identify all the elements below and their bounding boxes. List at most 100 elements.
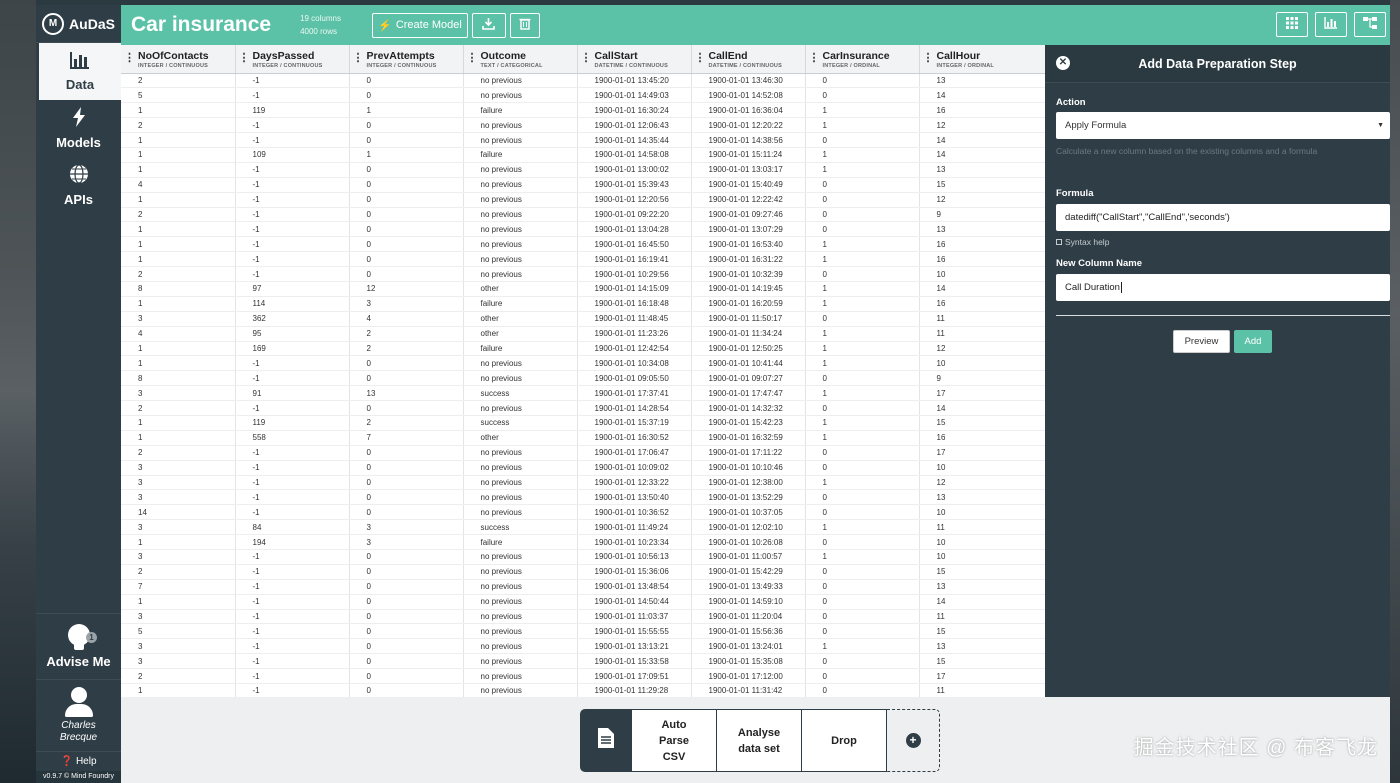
pipeline-view-button[interactable]	[1354, 12, 1386, 37]
table-row[interactable]: 1 -1 0 no previous 1900-01-01 14:50:44 1900-0…	[121, 594, 1045, 610]
table-row[interactable]: 1 114 3 failure 1900-01-01 16:18:48 1900-01-0…	[121, 296, 1045, 312]
table-row[interactable]: 3 -1 0 no previous 1900-01-01 13:13:21 1900-0…	[121, 638, 1045, 655]
table-row[interactable]: 14 -1 0 no previous 1900-01-01 10:36:52 1900-…	[121, 504, 1045, 521]
nav-item-data[interactable]: Data	[36, 43, 121, 100]
help-link[interactable]: ❓ Help	[36, 751, 121, 771]
table-row[interactable]: 3 -1 0 no previous 1900-01-01 10:09:02 1900-0…	[121, 460, 1045, 476]
column-header[interactable]: ⋮ Outcome TEXT / CATEGORICAL	[463, 45, 578, 74]
pipeline-step-drop[interactable]: Drop	[802, 709, 887, 772]
pipeline-step-auto-parse[interactable]: Auto Parse CSV	[632, 709, 717, 772]
table-row[interactable]: 2 -1 0 no previous 1900-01-01 17:06:47 1900-0…	[121, 445, 1045, 461]
table-cell: success	[463, 519, 578, 536]
table-cell: 0	[349, 370, 464, 387]
advise-me-button[interactable]: 1 Advise Me	[36, 613, 121, 679]
column-header[interactable]: ⋮ CallHour INTEGER / ORDINAL	[919, 45, 1045, 74]
table-cell: 1900-01-01 15:11:24	[691, 147, 806, 163]
column-header[interactable]: ⋮ CarInsurance INTEGER / ORDINAL	[805, 45, 920, 74]
table-row[interactable]: 3 -1 0 no previous 1900-01-01 15:33:58 1900-0…	[121, 653, 1045, 670]
table-row[interactable]: 1 -1 0 no previous 1900-01-01 13:04:28 1900-0…	[121, 221, 1045, 238]
delete-button[interactable]	[509, 12, 540, 38]
preview-button[interactable]: Preview	[1173, 330, 1230, 353]
pipeline-source[interactable]	[580, 709, 632, 772]
new-column-input[interactable]: Call Duration	[1056, 274, 1390, 301]
action-select[interactable]: Apply Formula ▼	[1056, 112, 1390, 139]
table-row[interactable]: 1 -1 0 no previous 1900-01-01 16:19:41 1900-0…	[121, 251, 1045, 268]
data-table[interactable]: ⋮ NoOfContacts INTEGER / CONTINUOUS ⋮ DaysPa…	[121, 45, 1045, 697]
user-name: Charles Brecque	[60, 720, 97, 744]
table-row[interactable]: 3 362 4 other 1900-01-01 11:48:45 1900-01-01 …	[121, 311, 1045, 327]
table-row[interactable]: 1 169 2 failure 1900-01-01 12:42:54 1900-01-0…	[121, 341, 1045, 357]
column-menu-icon[interactable]: ⋮	[809, 51, 820, 64]
table-row[interactable]: 1 -1 0 no previous 1900-01-01 12:20:56 1900-0…	[121, 192, 1045, 208]
table-cell: 1	[805, 117, 920, 134]
table-row[interactable]: 3 -1 0 no previous 1900-01-01 13:50:40 1900-0…	[121, 489, 1045, 506]
table-row[interactable]: 3 84 3 success 1900-01-01 11:49:24 1900-01-01…	[121, 519, 1045, 536]
syntax-help-link[interactable]: Syntax help	[1056, 237, 1109, 247]
table-cell: -1	[235, 117, 350, 134]
column-menu-icon[interactable]: ⋮	[467, 51, 478, 64]
formula-input[interactable]: datediff("CallStart","CallEnd",'seconds'…	[1056, 204, 1390, 231]
table-row[interactable]: 1 119 1 failure 1900-01-01 16:30:24 1900-01-0…	[121, 102, 1045, 119]
column-header[interactable]: ⋮ DaysPassed INTEGER / CONTINUOUS	[235, 45, 350, 74]
table-row[interactable]: 2 -1 0 no previous 1900-01-01 10:29:56 1900-0…	[121, 266, 1045, 282]
table-row[interactable]: 2 -1 0 no previous 1900-01-01 09:22:20 1900-0…	[121, 207, 1045, 223]
table-row[interactable]: 7 -1 0 no previous 1900-01-01 13:48:54 1900-0…	[121, 579, 1045, 595]
add-button[interactable]: Add	[1234, 330, 1272, 353]
table-row[interactable]: 4 -1 0 no previous 1900-01-01 15:39:43 1900-0…	[121, 177, 1045, 193]
column-menu-icon[interactable]: ⋮	[581, 51, 592, 64]
column-menu-icon[interactable]: ⋮	[124, 51, 135, 64]
table-row[interactable]: 1 -1 0 no previous 1900-01-01 14:35:44 1900-0…	[121, 132, 1045, 148]
table-cell: 0	[349, 609, 464, 625]
table-row[interactable]: 4 95 2 other 1900-01-01 11:23:26 1900-01-01 1…	[121, 326, 1045, 342]
table-cell: 1900-01-01 15:55:55	[577, 623, 692, 640]
table-cell: -1	[235, 504, 350, 521]
column-header[interactable]: ⋮ PrevAttempts INTEGER / CONTINUOUS	[349, 45, 464, 74]
table-row[interactable]: 1 109 1 failure 1900-01-01 14:58:08 1900-01-0…	[121, 147, 1045, 163]
brand[interactable]: M AuDaS	[36, 5, 121, 43]
pipeline-add-step[interactable]: +	[887, 709, 940, 772]
pipeline-step-analyse[interactable]: Analyse data set	[717, 709, 802, 772]
table-row[interactable]: 3 -1 0 no previous 1900-01-01 11:03:37 1900-0…	[121, 609, 1045, 625]
table-row[interactable]: 2 -1 0 no previous 1900-01-01 15:36:06 1900-0…	[121, 564, 1045, 580]
nav-label-models: Models	[56, 135, 101, 150]
table-row[interactable]: 1 194 3 failure 1900-01-01 10:23:34 1900-01-0…	[121, 534, 1045, 550]
table-cell: 1	[121, 221, 236, 238]
table-row[interactable]: 2 -1 0 no previous 1900-01-01 13:45:20 1900-0…	[121, 73, 1045, 89]
column-header[interactable]: ⋮ NoOfContacts INTEGER / CONTINUOUS	[121, 45, 236, 74]
table-cell: 0	[805, 192, 920, 208]
column-header[interactable]: ⋮ CallStart DATETIME / CONTINUOUS	[577, 45, 692, 74]
table-row[interactable]: 1 -1 0 no previous 1900-01-01 16:45:50 1900-0…	[121, 236, 1045, 253]
table-row[interactable]: 1 119 2 success 1900-01-01 15:37:19 1900-01-0…	[121, 415, 1045, 431]
nav-item-models[interactable]: Models	[36, 100, 121, 157]
table-row[interactable]: 1 -1 0 no previous 1900-01-01 10:34:08 1900-0…	[121, 355, 1045, 372]
chart-view-button[interactable]	[1315, 12, 1347, 37]
table-row[interactable]: 1 -1 0 no previous 1900-01-01 11:29:28 1900-0…	[121, 683, 1045, 697]
table-row[interactable]: 2 -1 0 no previous 1900-01-01 17:09:51 1900-0…	[121, 668, 1045, 685]
column-menu-icon[interactable]: ⋮	[353, 51, 364, 64]
close-icon[interactable]: ✕	[1056, 56, 1070, 70]
table-row[interactable]: 3 91 13 success 1900-01-01 17:37:41 1900-01-0…	[121, 385, 1045, 402]
table-cell: no previous	[463, 162, 578, 178]
nav-item-apis[interactable]: APIs	[36, 157, 121, 214]
table-cell: 1900-01-01 14:49:03	[577, 87, 692, 104]
table-row[interactable]: 8 97 12 other 1900-01-01 14:15:09 1900-01-01 …	[121, 281, 1045, 297]
download-button[interactable]	[471, 12, 506, 38]
table-row[interactable]: 2 -1 0 no previous 1900-01-01 12:06:43 1900-0…	[121, 117, 1045, 134]
create-model-button[interactable]: ⚡ Create Model	[371, 12, 468, 38]
column-menu-icon[interactable]: ⋮	[695, 51, 706, 64]
plus-icon: +	[905, 733, 921, 748]
grid-view-button[interactable]	[1276, 12, 1308, 37]
column-header[interactable]: ⋮ CallEnd DATETIME / CONTINUOUS	[691, 45, 806, 74]
table-row[interactable]: 2 -1 0 no previous 1900-01-01 14:28:54 1900-0…	[121, 400, 1045, 416]
table-row[interactable]: 8 -1 0 no previous 1900-01-01 09:05:50 1900-0…	[121, 370, 1045, 387]
table-row[interactable]: 3 -1 0 no previous 1900-01-01 12:33:22 1900-0…	[121, 475, 1045, 491]
table-row[interactable]: 3 -1 0 no previous 1900-01-01 10:56:13 1900-0…	[121, 549, 1045, 565]
table-row[interactable]: 1 558 7 other 1900-01-01 16:30:52 1900-01-01 …	[121, 430, 1045, 446]
table-row[interactable]: 5 -1 0 no previous 1900-01-01 15:55:55 1900-0…	[121, 623, 1045, 640]
user-profile[interactable]: Charles Brecque	[36, 679, 121, 751]
download-icon	[482, 17, 496, 33]
table-row[interactable]: 1 -1 0 no previous 1900-01-01 13:00:02 1900-0…	[121, 162, 1045, 178]
table-row[interactable]: 5 -1 0 no previous 1900-01-01 14:49:03 1900-0…	[121, 87, 1045, 104]
column-menu-icon[interactable]: ⋮	[239, 51, 250, 64]
column-menu-icon[interactable]: ⋮	[923, 51, 934, 64]
